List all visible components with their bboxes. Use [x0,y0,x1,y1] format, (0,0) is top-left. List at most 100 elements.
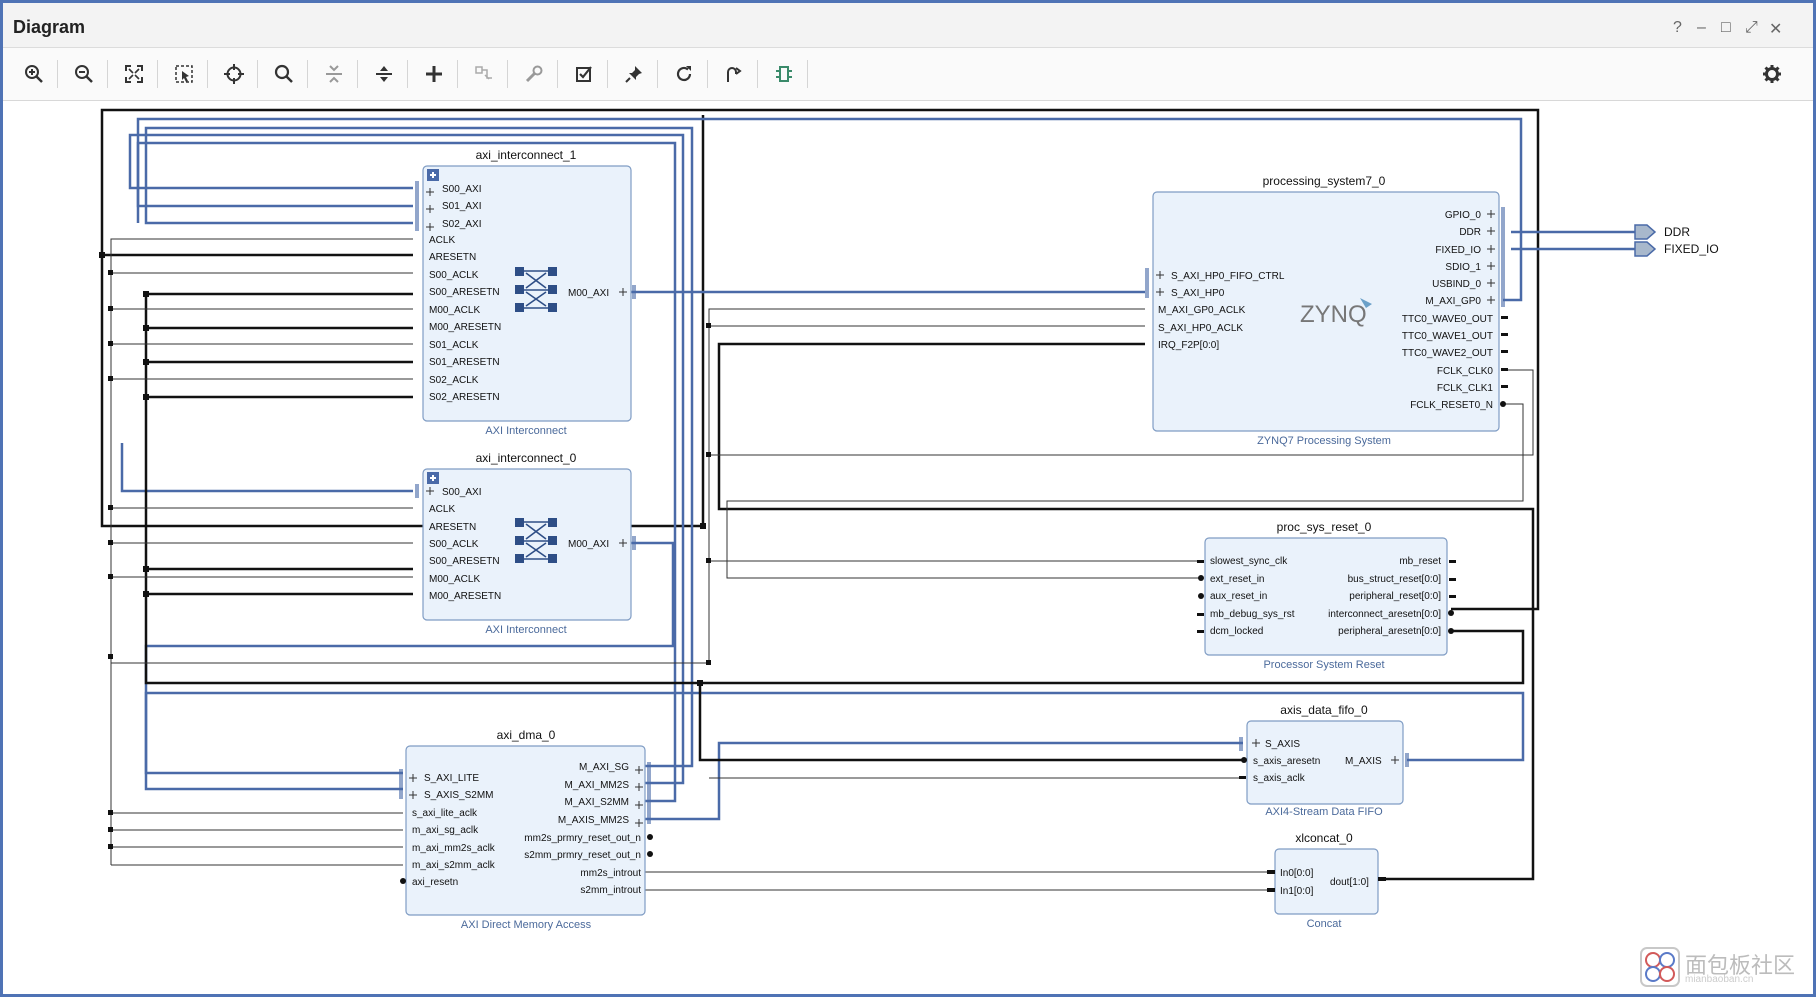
net-peripheral-aresetn-b [146,326,413,596]
port-label: M_AXI_MM2S [565,780,630,791]
port-label: S02_ACLK [429,375,479,386]
block-proc-sys-reset-0[interactable]: proc_sys_reset_0 Processor System Reset … [1197,520,1456,671]
port-label: FCLK_CLK0 [1437,366,1494,377]
port-label: axi_resetn [412,877,458,888]
port-label: S00_ACLK [429,539,479,550]
block-axi-interconnect-1[interactable]: axi_interconnect_1 AXI Interconnect S00_… [415,148,636,437]
port-label: S02_AXI [442,219,481,230]
block-type: ZYNQ7 Processing System [1257,435,1391,447]
port-label: ARESETN [429,522,476,533]
block-axi-interconnect-0[interactable]: axi_interconnect_0 AXI Interconnect S00_… [415,451,636,636]
block-processing-system7-0[interactable]: processing_system7_0 ZYNQ7 Processing Sy… [1145,174,1508,447]
block-xlconcat-0[interactable]: xlconcat_0 Concat In0[0:0] In1[0:0] dout… [1267,831,1386,930]
port-label: m_axi_s2mm_aclk [412,860,496,871]
net-fclk-clk0-d [110,657,403,866]
port-label: GPIO_0 [1445,210,1482,221]
port-label: s2mm_prmry_reset_out_n [524,850,641,861]
port-label: interconnect_aresetn[0:0] [1328,609,1441,620]
port-label: M_AXI_GP0_ACLK [1158,305,1246,316]
port-label: M_AXI_S2MM [565,797,629,808]
block-name: proc_sys_reset_0 [1277,520,1372,534]
block-axi-dma-0[interactable]: axi_dma_0 AXI Direct Memory Access S_AXI… [399,728,653,931]
net-peripheral-aresetn-c [698,683,1243,762]
port-label: m_axi_sg_aclk [412,825,479,836]
port-label: s2mm_introut [580,885,641,896]
block-name: xlconcat_0 [1295,831,1353,845]
port-label: M_AXIS [1345,756,1382,767]
port-label: S_AXIS_S2MM [424,790,493,801]
block-type: AXI4-Stream Data FIFO [1265,806,1383,818]
external-port-fixed-io[interactable]: FIXED_IO [1634,241,1719,257]
port-label: M00_AXI [568,288,609,299]
port-label: ARESETN [429,252,476,263]
port-label: S01_ARESETN [429,357,500,368]
port-label: s_axis_aclk [1253,773,1306,784]
block-design-canvas[interactable]: axi_interconnect_1 AXI Interconnect S00_… [3,3,1813,994]
port-label: peripheral_aresetn[0:0] [1338,626,1441,637]
port-label: bus_struct_reset[0:0] [1348,574,1442,585]
watermark-subtext: mianbaoban.cn [1685,974,1754,985]
port-label: peripheral_reset[0:0] [1349,591,1441,602]
port-label: s_axi_lite_aclk [412,808,478,819]
external-port-ddr[interactable]: DDR [1634,224,1690,240]
net-ic0-s00-axi [120,443,413,493]
block-type: AXI Interconnect [485,425,566,437]
port-label: mb_debug_sys_rst [1210,609,1295,620]
port-label: S00_ARESETN [429,287,500,298]
port-label: SDIO_1 [1445,262,1481,273]
port-label: S01_AXI [442,201,481,212]
port-label: ACLK [429,235,455,246]
port-label: M00_AXI [568,539,609,550]
port-label: S_AXI_HP0_FIFO_CTRL [1171,271,1285,282]
port-label: M_AXIS_MM2S [558,815,629,826]
port-label: DDR [1459,227,1481,238]
port-label: USBIND_0 [1432,279,1481,290]
port-label: TTC0_WAVE1_OUT [1402,331,1493,342]
port-label: mm2s_introut [580,868,641,879]
port-label: M_AXI_GP0 [1425,296,1481,307]
net-fclk-clk0-b [111,272,413,578]
watermark: 面包板社区 mianbaoban.cn [1639,946,1809,990]
port-label: ACLK [429,504,455,515]
watermark-logo-icon [1640,947,1680,987]
diagram-window: Diagram ? – □ ⤢ ✕ axi_interconnect_1 AXI… [0,0,1816,997]
port-label: M00_ARESETN [429,322,501,333]
port-label: TTC0_WAVE0_OUT [1402,314,1493,325]
port-label: S01_ACLK [429,340,479,351]
port-label: S_AXI_HP0 [1171,288,1225,299]
port-label: TTC0_WAVE2_OUT [1402,348,1493,359]
port-label: FCLK_RESET0_N [1410,400,1493,411]
net-dma-m-axis-mm2s [645,741,1243,821]
block-name: axi_interconnect_1 [476,148,577,162]
zynq-logo: ZYNQ [1300,301,1367,328]
port-label: S02_ARESETN [429,392,500,403]
block-type: Concat [1307,918,1342,930]
port-label: mm2s_prmry_reset_out_n [524,833,641,844]
port-label: DDR [1664,225,1690,239]
port-label: M00_ACLK [429,305,480,316]
port-label: S00_AXI [442,487,481,498]
block-name: axi_dma_0 [497,728,556,742]
port-label: S_AXI_LITE [424,773,479,784]
port-label: In1[0:0] [1280,886,1314,897]
port-label: slowest_sync_clk [1210,556,1288,567]
port-label: FIXED_IO [1664,242,1719,256]
port-label: s_axis_aresetn [1253,756,1320,767]
block-type: AXI Direct Memory Access [461,919,592,931]
port-label: ext_reset_in [1210,574,1264,585]
port-label: mb_reset [1399,556,1441,567]
block-name: axi_interconnect_0 [476,451,577,465]
port-label: dcm_locked [1210,626,1263,637]
port-label: IRQ_F2P[0:0] [1158,340,1219,351]
port-label: M00_ACLK [429,574,480,585]
port-label: S_AXI_HP0_ACLK [1158,323,1243,334]
port-label: m_axi_mm2s_aclk [412,843,496,854]
block-type: AXI Interconnect [485,624,566,636]
port-label: S_AXIS [1265,739,1300,750]
block-axis-data-fifo-0[interactable]: axis_data_fifo_0 AXI4-Stream Data FIFO S… [1239,703,1409,818]
port-label: S00_ARESETN [429,556,500,567]
port-label: FIXED_IO [1435,245,1481,256]
port-label: dout[1:0] [1330,877,1369,888]
port-label: M00_ARESETN [429,591,501,602]
port-label: FCLK_CLK1 [1437,383,1494,394]
